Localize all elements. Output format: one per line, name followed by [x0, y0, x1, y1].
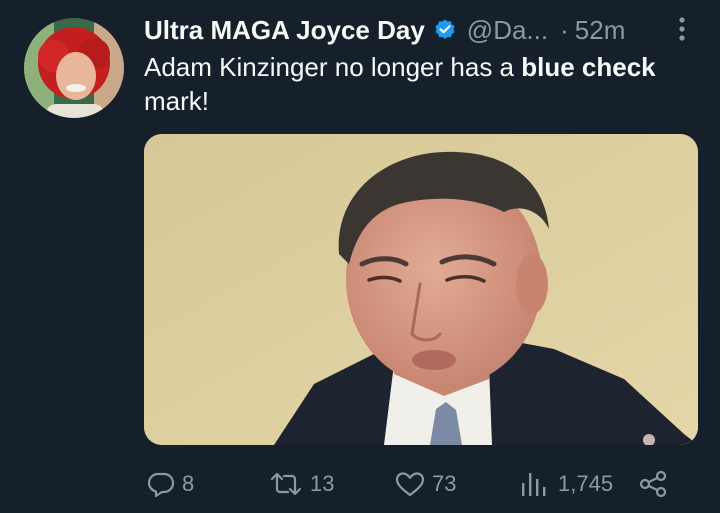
tweet-text: Adam Kinzinger no longer has a blue chec… — [144, 50, 704, 118]
reply-icon — [146, 469, 176, 499]
retweet-button[interactable]: 13 — [268, 466, 334, 502]
views-count: 1,745 — [558, 471, 614, 496]
like-button[interactable]: 73 — [394, 466, 456, 502]
views-icon — [518, 469, 552, 499]
share-button[interactable] — [638, 466, 670, 502]
share-icon — [638, 469, 670, 499]
tweet-text-start: Adam Kinzinger no longer has a — [144, 52, 522, 82]
action-bar: 8 13 73 1,745 — [144, 466, 704, 502]
heart-icon — [394, 469, 426, 499]
reply-button[interactable]: 8 — [146, 466, 194, 502]
display-name[interactable]: Ultra MAGA Joyce Day — [144, 15, 425, 46]
verified-badge-icon — [433, 18, 457, 42]
tweet-text-end: mark! — [144, 86, 209, 116]
retweet-icon — [268, 469, 304, 499]
retweet-count: 13 — [310, 471, 335, 496]
timestamp[interactable]: 52m — [575, 15, 626, 46]
tweet-text-bold: blue check — [521, 52, 656, 82]
tweet-card[interactable]: Ultra MAGA Joyce Day @Da... · 52m Adam K… — [0, 0, 720, 513]
more-dots-icon[interactable] — [668, 14, 696, 44]
tweet-header: Ultra MAGA Joyce Day @Da... · 52m — [144, 12, 625, 48]
separator-dot: · — [560, 14, 569, 45]
avatar[interactable] — [24, 18, 124, 118]
views-button[interactable]: 1,745 — [518, 466, 613, 502]
like-count: 73 — [432, 471, 457, 496]
reply-count: 8 — [182, 471, 195, 496]
tweet-media-image[interactable] — [144, 134, 698, 445]
user-handle[interactable]: @Da... — [467, 15, 548, 46]
